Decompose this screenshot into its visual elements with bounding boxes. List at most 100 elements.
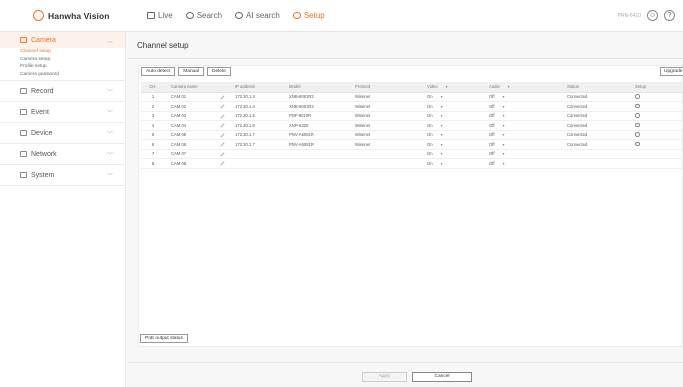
edit-name-icon[interactable]	[213, 130, 231, 140]
setup-gear-icon[interactable]	[629, 120, 683, 131]
col-audio[interactable]: Audio ▾	[471, 82, 561, 93]
divider	[0, 164, 125, 165]
table-row[interactable]: 5 CAM 05 172.30.1.7 PNV-A6081R Wisenet On ▾ Off…	[141, 130, 683, 140]
sidebar-item-camera-setup[interactable]: Camera setup	[0, 56, 125, 64]
video-select[interactable]: On ▾	[409, 111, 471, 121]
chevron-down-icon: ﹀	[106, 131, 113, 138]
video-select[interactable]: On ▾	[409, 149, 471, 159]
edit-name-icon[interactable]	[213, 101, 231, 112]
audio-select[interactable]: Off ▾	[471, 111, 561, 121]
sidebar-group-network[interactable]: Network ﹀	[0, 146, 125, 162]
ch-cell: 7	[141, 149, 165, 159]
video-select[interactable]: On ▾	[409, 101, 471, 112]
video-select[interactable]: On ▾	[409, 130, 471, 140]
delete-button[interactable]: Delete	[207, 67, 231, 76]
main-content: Channel setup Auto detect Manual Delete …	[127, 32, 683, 387]
status-cell: Connected	[561, 120, 629, 131]
audio-value: Off	[489, 122, 495, 128]
table-row[interactable]: 7 CAM 07 On ▾ Off ▾	[141, 149, 683, 159]
table-row[interactable]: 1 CAM 01 172.30.1.3 XNB-6081R2 Wisenet On ▾ Off…	[141, 92, 683, 102]
sidebar-item-profile-setup[interactable]: Profile setup	[0, 63, 125, 71]
camera-name-cell: CAM 01	[165, 92, 213, 102]
video-value: On	[427, 122, 433, 128]
setup-gear-icon[interactable]	[629, 158, 683, 169]
auto-detect-button[interactable]: Auto detect	[141, 67, 176, 76]
model-cell: XNB-8081R2	[283, 101, 349, 112]
table-row[interactable]: 3 CAM 03 172.30.1.5 PNF-8010R Wisenet On ▾ Off ▾…	[141, 111, 683, 121]
edit-name-icon[interactable]	[213, 120, 231, 131]
sidebar-item-camera-password[interactable]: Camera password	[0, 71, 125, 79]
ip-address-cell: 172.30.1.3	[231, 92, 283, 102]
setup-gear-icon[interactable]	[629, 130, 683, 140]
divider	[0, 143, 125, 144]
upgrade-button[interactable]: Upgrade	[660, 67, 683, 76]
cancel-button[interactable]: Cancel	[412, 372, 472, 382]
ip-address-cell: 172.30.1.5	[231, 111, 283, 121]
model-cell: XNP-6320	[283, 120, 349, 131]
sidebar-item-channel-setup[interactable]: Channel setup	[0, 48, 125, 56]
audio-select[interactable]: Off ▾	[471, 139, 561, 150]
setup-gear-icon[interactable]	[629, 111, 683, 121]
manual-button[interactable]: Manual	[178, 67, 205, 76]
protocol-cell	[349, 158, 409, 169]
chevron-down-icon: ▾	[445, 84, 448, 90]
apply-button[interactable]: Apply	[362, 372, 407, 382]
audio-select[interactable]: Off ▾	[471, 120, 561, 131]
setup-gear-icon[interactable]	[629, 139, 683, 150]
monitor-icon	[147, 12, 155, 19]
audio-select[interactable]: Off ▾	[471, 101, 561, 112]
nav-ai-search[interactable]: AI search	[235, 11, 280, 20]
setup-gear-icon[interactable]	[629, 101, 683, 112]
status-cell: Connected	[561, 101, 629, 112]
audio-select[interactable]: Off ▾	[471, 92, 561, 102]
status-cell: Connected	[561, 111, 629, 121]
status-cell: Connected	[561, 130, 629, 140]
edit-name-icon[interactable]	[213, 139, 231, 150]
gear-icon	[635, 94, 640, 99]
edit-name-icon[interactable]	[213, 149, 231, 159]
user-icon[interactable]: ☺	[647, 10, 658, 21]
camera-name-cell: CAM 06	[165, 139, 213, 150]
edit-name-icon[interactable]	[213, 92, 231, 102]
divider	[0, 185, 125, 186]
table-row[interactable]: 2 CAM 02 172.30.1.4 XNB-8081R2 Wisenet On ▾ Off…	[141, 101, 683, 112]
sidebar-group-label: Record	[31, 87, 54, 95]
audio-select[interactable]: Off ▾	[471, 158, 561, 169]
audio-select[interactable]: Off ▾	[471, 130, 561, 140]
audio-select[interactable]: Off ▾	[471, 149, 561, 159]
sidebar-group-camera[interactable]: Camera ︿	[0, 32, 125, 48]
audio-value: Off	[489, 160, 495, 166]
sidebar-group-device[interactable]: Device ﹀	[0, 125, 125, 141]
video-select[interactable]: On ▾	[409, 120, 471, 131]
nav-search[interactable]: Search	[185, 11, 222, 20]
camera-name-cell: CAM 08	[165, 158, 213, 169]
video-value: On	[427, 103, 433, 109]
col-protocol: Protocol	[349, 82, 409, 93]
sidebar-group-record[interactable]: Record ﹀	[0, 83, 125, 99]
setup-gear-icon[interactable]	[629, 149, 683, 159]
poe-output-status-button[interactable]: PoE output status	[140, 334, 188, 343]
camera-icon	[20, 37, 27, 43]
protocol-cell: Wisenet	[349, 130, 409, 140]
sidebar-group-event[interactable]: Event ﹀	[0, 104, 125, 120]
nav-setup[interactable]: Setup	[292, 11, 325, 20]
edit-name-icon[interactable]	[213, 158, 231, 169]
table-row[interactable]: 6 CAM 06 172.30.1.7 PNV-A6081R Wisenet On ▾ Off…	[141, 139, 683, 150]
divider	[0, 80, 125, 81]
status-cell	[561, 158, 629, 169]
table-row[interactable]: 4 CAM 04 172.30.1.6 XNP-6320 Wisenet On ▾ Off ▾ C…	[141, 120, 683, 131]
ch-cell: 8	[141, 158, 165, 169]
table-row[interactable]: 8 CAM 08 On ▾ Off ▾	[141, 158, 683, 169]
col-video[interactable]: Video ▾	[409, 82, 471, 93]
help-icon[interactable]: ?	[664, 10, 675, 21]
setup-gear-icon[interactable]	[629, 92, 683, 102]
chevron-down-icon: ▾	[502, 103, 505, 109]
sidebar-group-system[interactable]: System ﹀	[0, 167, 125, 183]
nav-live[interactable]: Live	[147, 11, 173, 20]
camera-name-cell: CAM 07	[165, 149, 213, 159]
ch-cell: 1	[141, 92, 165, 102]
video-select[interactable]: On ▾	[409, 92, 471, 102]
video-select[interactable]: On ▾	[409, 158, 471, 169]
edit-name-icon[interactable]	[213, 111, 231, 121]
video-select[interactable]: On ▾	[409, 139, 471, 150]
